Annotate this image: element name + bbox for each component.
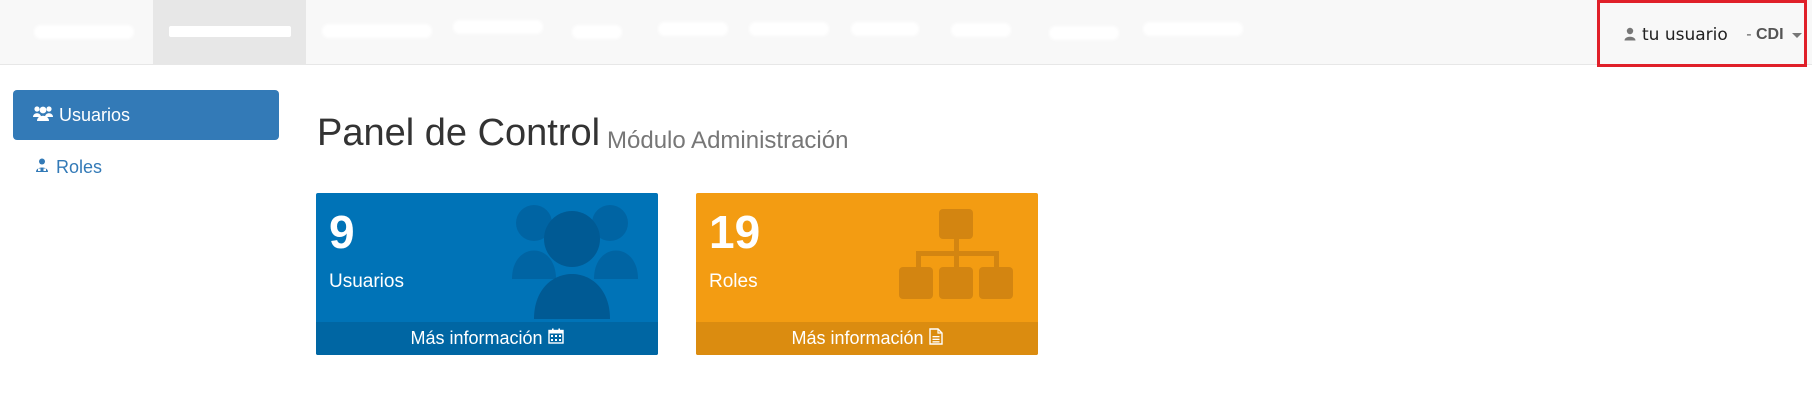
top-navbar: tu usuario - CDI: [0, 0, 1812, 67]
calendar-icon: [547, 328, 564, 349]
stat-count: 19: [709, 206, 761, 258]
user-role-icon: [35, 157, 49, 178]
nav-item-1[interactable]: [20, 0, 150, 64]
chevron-down-icon: [1791, 32, 1802, 38]
stat-box-roles: 19 Roles Más información: [696, 193, 1038, 355]
users-icon: [512, 201, 638, 324]
page-title: Panel de Control: [317, 112, 601, 154]
nav-item-active[interactable]: [153, 0, 306, 64]
file-text-icon: [928, 327, 943, 350]
user-name: tu usuario: [1642, 25, 1728, 45]
org-prefix: -: [1741, 26, 1756, 43]
nav-item-7[interactable]: [743, 0, 833, 64]
footer-label: Más información: [410, 328, 543, 348]
stat-label: Roles: [709, 271, 758, 292]
sidebar-item-usuarios[interactable]: Usuarios: [13, 90, 279, 140]
nav-item-3[interactable]: [310, 0, 440, 64]
sidebar-item-label: Roles: [56, 156, 103, 177]
users-icon: [33, 105, 53, 126]
user-icon: [1624, 25, 1636, 46]
nav-item-9[interactable]: [945, 0, 1025, 64]
footer-label: Más información: [791, 328, 924, 348]
more-info-link[interactable]: Más información: [316, 322, 658, 355]
user-dropdown[interactable]: tu usuario - CDI: [1624, 23, 1802, 47]
more-info-link[interactable]: Más información: [696, 322, 1038, 355]
nav-item-5[interactable]: [562, 0, 632, 64]
org-label: - CDI: [1741, 26, 1784, 44]
stat-label: Usuarios: [329, 271, 404, 292]
user-menu-highlight: tu usuario - CDI: [1597, 0, 1807, 67]
org-name: CDI: [1756, 26, 1784, 43]
page-subtitle: Módulo Administración: [607, 127, 849, 154]
nav-item-8[interactable]: [845, 0, 925, 64]
nav-item-10[interactable]: [1045, 0, 1125, 64]
nav-item-4[interactable]: [445, 0, 545, 64]
nav-item-6[interactable]: [650, 0, 735, 64]
sidebar-item-roles[interactable]: Roles: [13, 152, 279, 182]
stat-count: 9: [329, 206, 355, 258]
sitemap-icon: [899, 209, 1015, 314]
nav-item-11[interactable]: [1135, 0, 1255, 64]
stat-box-usuarios: 9 Usuarios Más información: [316, 193, 658, 355]
sidebar-item-label: Usuarios: [59, 104, 131, 125]
